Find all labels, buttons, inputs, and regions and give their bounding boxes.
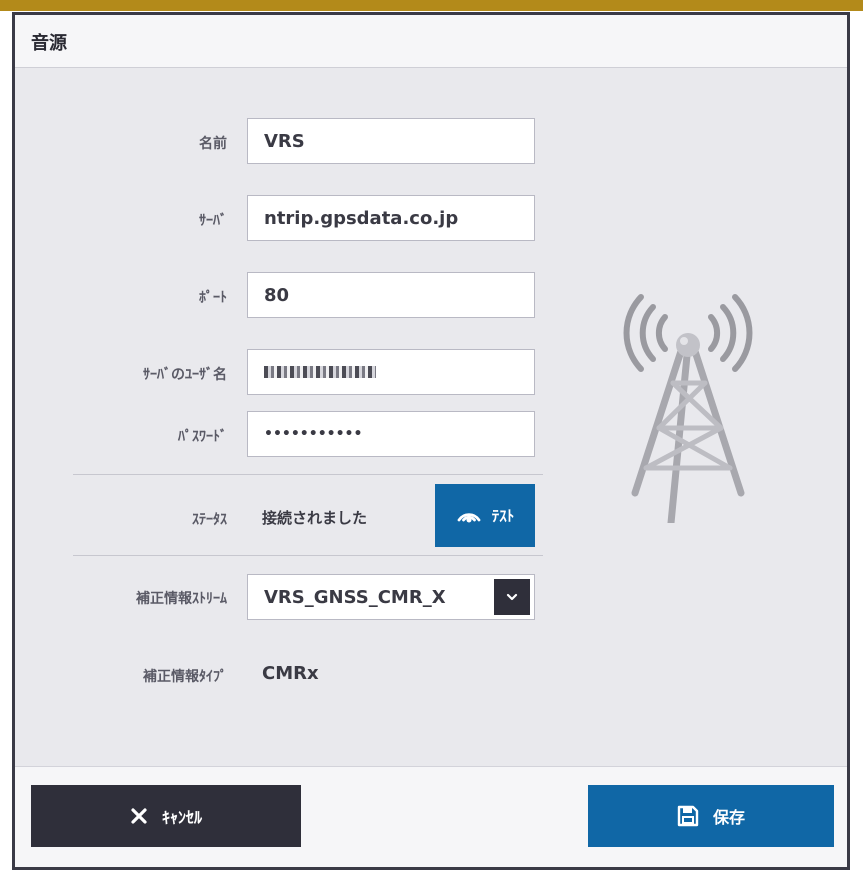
status-label: ｽﾃｰﾀｽ	[192, 512, 227, 528]
test-button[interactable]: ﾃｽﾄ	[435, 484, 535, 547]
username-value-redacted	[264, 366, 376, 378]
port-field[interactable]: 80	[247, 272, 535, 318]
chevron-down-icon	[506, 593, 518, 601]
test-button-label: ﾃｽﾄ	[491, 507, 515, 525]
password-label: ﾊﾟｽﾜｰﾄﾞ	[178, 429, 227, 445]
name-value: VRS	[264, 131, 305, 152]
username-field[interactable]	[247, 349, 535, 395]
stream-value: VRS_GNSS_CMR_X	[264, 587, 446, 608]
name-field[interactable]: VRS	[247, 118, 535, 164]
save-button-label: 保存	[712, 808, 745, 827]
window-top-bar	[0, 0, 863, 11]
stream-label: 補正情報ｽﾄﾘｰﾑ	[136, 591, 227, 607]
status-value: 接続されました	[262, 509, 368, 527]
stream-select[interactable]: VRS_GNSS_CMR_X	[247, 574, 535, 620]
dialog-footer: ｷｬﾝｾﾙ 保存	[15, 766, 847, 867]
close-icon	[131, 808, 147, 824]
type-label: 補正情報ﾀｲﾌﾟ	[143, 669, 227, 685]
cancel-button-label: ｷｬﾝｾﾙ	[161, 808, 202, 827]
dialog-title: 音源	[31, 33, 67, 54]
server-label: ｻｰﾊﾞ	[199, 213, 227, 229]
password-value: •••••••••••	[264, 426, 363, 442]
name-label: 名前	[199, 136, 227, 152]
source-dialog: 音源 名前 VRS ｻｰﾊﾞ ntrip.gpsdata.co.jp ﾎﾟｰﾄ …	[12, 12, 850, 870]
divider-bottom	[73, 555, 543, 556]
password-field[interactable]: •••••••••••	[247, 411, 535, 457]
username-label: ｻｰﾊﾞのﾕｰｻﾞ名	[143, 367, 227, 383]
dialog-header: 音源	[15, 15, 847, 68]
server-field[interactable]: ntrip.gpsdata.co.jp	[247, 195, 535, 241]
save-disk-icon	[677, 805, 699, 827]
port-value: 80	[264, 285, 290, 306]
server-value: ntrip.gpsdata.co.jp	[264, 208, 459, 229]
type-value: CMRx	[262, 663, 319, 684]
stream-dropdown-button[interactable]	[494, 579, 530, 615]
save-button[interactable]: 保存	[588, 785, 834, 847]
radio-tower-icon	[623, 294, 753, 523]
port-label: ﾎﾟｰﾄ	[199, 290, 227, 306]
wifi-signal-icon	[457, 512, 481, 522]
divider-top	[73, 474, 543, 475]
cancel-button[interactable]: ｷｬﾝｾﾙ	[31, 785, 301, 847]
